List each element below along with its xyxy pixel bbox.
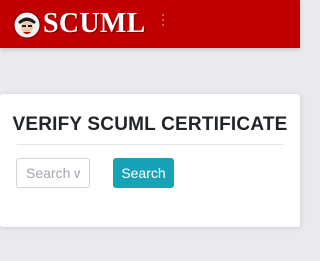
verify-certificate-card: VERIFY SCUML CERTIFICATE Search xyxy=(0,94,300,227)
app-header: SCUML xyxy=(0,0,300,48)
divider xyxy=(17,144,283,145)
vertical-dots-icon[interactable] xyxy=(160,14,166,30)
logo-text[interactable]: SCUML xyxy=(43,6,146,42)
search-button[interactable]: Search xyxy=(113,158,174,188)
search-input[interactable] xyxy=(16,158,90,188)
card-title: VERIFY SCUML CERTIFICATE xyxy=(12,114,288,135)
mascot-logo-icon[interactable] xyxy=(13,11,41,39)
